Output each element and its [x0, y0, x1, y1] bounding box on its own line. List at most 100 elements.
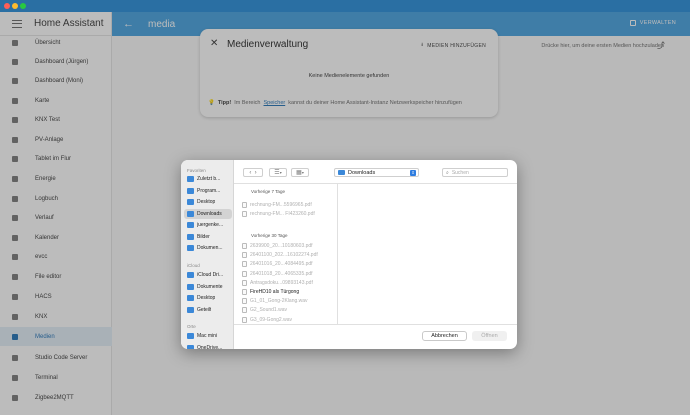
- file-row: rechnung-FM...5596965.pdf: [242, 201, 312, 209]
- sidebar-item[interactable]: KNX Test: [0, 110, 112, 129]
- lightbulb-icon: 💡: [208, 100, 215, 106]
- documents-icon: [187, 245, 194, 251]
- document-icon: [242, 316, 247, 323]
- shared-folder-icon: [187, 306, 194, 313]
- sidebar-item[interactable]: Logbuch: [0, 189, 112, 208]
- empty-state-text: Keine Medienelemente gefunden: [308, 73, 390, 79]
- sidebar-item-label: Medien: [35, 333, 55, 340]
- sidebar-item[interactable]: Übersicht: [0, 33, 112, 52]
- sidebar-item[interactable]: Zigbee2MQTT: [0, 388, 112, 407]
- sidebar-item[interactable]: Karte: [0, 91, 112, 110]
- finder-sidebar-item[interactable]: Desktop: [184, 293, 232, 303]
- finder-sidebar-label: Geteilt: [197, 306, 212, 313]
- finder-toolbar: ‹ › ☰ ▾ ▦ ▾ Downloads ⇕ ⌕ Suchen: [234, 160, 517, 184]
- sidebar-item[interactable]: PV-Anlage: [0, 130, 112, 149]
- finder-sidebar-label: Desktop: [197, 199, 216, 205]
- sidebar-item[interactable]: Dashboard (Moni): [0, 71, 112, 90]
- finder-sidebar-label: Dokumen...: [197, 245, 223, 251]
- cancel-button[interactable]: Abbrechen: [422, 331, 467, 341]
- search-field[interactable]: ⌕ Suchen: [442, 168, 508, 177]
- sidebar-item[interactable]: Tablet im Flur: [0, 149, 112, 168]
- location-select[interactable]: Downloads ⇕: [334, 168, 419, 177]
- chevron-left-icon[interactable]: ‹: [249, 170, 251, 176]
- add-media-button[interactable]: ⭳ MEDIEN HINZUFÜGEN: [421, 42, 486, 50]
- finder-sidebar-item[interactable]: Downloads: [184, 208, 232, 219]
- sidebar-item[interactable]: Medien: [0, 327, 112, 346]
- finder-sidebar-item[interactable]: Mac mini: [184, 331, 232, 341]
- sidebar-item-label: evcc: [35, 253, 48, 260]
- car-charger-icon: [11, 253, 19, 261]
- finder-sidebar-item[interactable]: Zuletzt b...: [184, 174, 232, 184]
- code-icon: [11, 354, 19, 362]
- file-name: 26401018_20...4065335.pdf: [250, 270, 313, 277]
- menu-icon[interactable]: [12, 19, 22, 28]
- view-options-button[interactable]: ☰ ▾: [269, 168, 287, 177]
- close-window-button[interactable]: [4, 3, 10, 9]
- desktop-icon: [187, 295, 194, 301]
- finder-sidebar-item[interactable]: Dokumente: [184, 282, 232, 292]
- manage-button[interactable]: VERWALTEN: [629, 20, 676, 26]
- document-icon: [242, 202, 247, 208]
- favorites-heading: Favoriten: [187, 168, 206, 173]
- file-row: G3_09-Gong2.wav: [242, 316, 292, 324]
- sidebar-item[interactable]: Verlauf: [0, 208, 112, 227]
- app-title: Home Assistant: [34, 18, 104, 29]
- clock-icon: [187, 176, 194, 182]
- finder-sidebar: Favoriten Zuletzt b... Program... Desktop D…: [181, 160, 234, 349]
- file-list: Vorherige 7 Tage rechnung-FM...5596965.pd…: [234, 184, 338, 324]
- finder-sidebar-item[interactable]: Program...: [184, 186, 232, 196]
- hacs-icon: [11, 293, 19, 301]
- curved-arrow-icon: ⤴: [657, 41, 665, 50]
- sidebar-item-label: Verlauf: [35, 214, 54, 221]
- computer-icon: [187, 333, 194, 339]
- file-name: rechnung-FM...5596965.pdf: [250, 202, 312, 208]
- finder-sidebar-label: Mac mini: [197, 333, 218, 339]
- sidebar-item[interactable]: File editor: [0, 267, 112, 286]
- sidebar-item[interactable]: Terminal: [0, 368, 112, 387]
- finder-footer: Abbrechen Öffnen: [234, 324, 517, 349]
- sidebar-item[interactable]: Dashboard (Jürgen): [0, 52, 112, 71]
- finder-sidebar-item[interactable]: juergenke...: [184, 220, 232, 230]
- file-group-heading: Vorherige 7 Tage: [251, 189, 285, 194]
- finder-sidebar-item[interactable]: Geteilt: [184, 305, 232, 315]
- sidebar-item[interactable]: KNX: [0, 307, 112, 326]
- sidebar-item[interactable]: Kalender: [0, 228, 112, 247]
- file-row: 2639900_20...10180603.pdf: [242, 242, 313, 250]
- close-icon[interactable]: ✕: [210, 39, 218, 49]
- open-button[interactable]: Öffnen: [472, 331, 507, 341]
- file-row[interactable]: FireHD10 als Türgong: [242, 288, 299, 296]
- checkbox-icon: [629, 20, 636, 26]
- sidebar-item-label: Dashboard (Moni): [35, 77, 84, 84]
- zigbee-icon: [11, 394, 19, 402]
- sidebar-item[interactable]: Energie: [0, 169, 112, 188]
- tip-row: 💡 Tipp! Im Bereich Speicher kannst du de…: [208, 100, 462, 106]
- group-options-button[interactable]: ▦ ▾: [291, 168, 309, 177]
- zoom-window-button[interactable]: [20, 3, 26, 9]
- desktop-icon: [187, 199, 194, 205]
- dialog-title: Medienverwaltung: [227, 39, 309, 50]
- file-open-dialog: Favoriten Zuletzt b... Program... Desktop D…: [181, 160, 517, 349]
- back-arrow-icon[interactable]: ←: [123, 18, 135, 30]
- sidebar-item[interactable]: evcc: [0, 247, 112, 266]
- finder-sidebar-item[interactable]: Desktop: [184, 197, 232, 207]
- finder-sidebar-item[interactable]: OneDrive...: [184, 343, 232, 349]
- finder-sidebar-item[interactable]: Bilder: [184, 232, 232, 242]
- finder-sidebar-item[interactable]: Dokumen...: [184, 243, 232, 253]
- file-row: G1_01_Gong-2Klang.wav: [242, 297, 308, 305]
- lightning-icon: [11, 175, 19, 183]
- sidebar-item[interactable]: HACS: [0, 287, 112, 306]
- file-name: Antragsdoku...09893143.pdf: [250, 279, 313, 286]
- sidebar-item-label: Karte: [35, 97, 50, 104]
- sidebar-item-label: Terminal: [35, 374, 58, 381]
- media-icon: [11, 333, 19, 341]
- sidebar-item[interactable]: Studio Code Server: [0, 348, 112, 367]
- file-name: FireHD10 als Türgong: [250, 289, 300, 295]
- document-icon: [242, 279, 247, 286]
- finder-sidebar-label: Dokumente: [197, 283, 223, 290]
- storage-link[interactable]: Speicher: [264, 100, 286, 106]
- finder-sidebar-item[interactable]: iCloud Dri...: [184, 270, 232, 280]
- chevron-right-icon[interactable]: ›: [255, 170, 257, 176]
- back-forward-buttons[interactable]: ‹ ›: [243, 168, 263, 177]
- minimize-window-button[interactable]: [12, 3, 18, 9]
- chart-icon: [11, 214, 19, 222]
